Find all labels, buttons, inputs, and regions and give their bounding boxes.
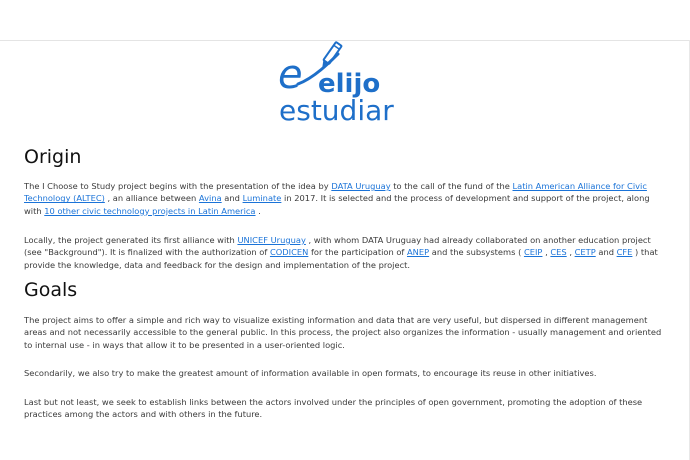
link-codicen[interactable]: CODICEN (270, 247, 308, 257)
link-data-uruguay[interactable]: DATA Uruguay (331, 181, 390, 191)
text-span: , (566, 247, 575, 258)
text-span: Locally, the project generated its first… (24, 235, 238, 245)
origin-paragraph-1: The I Choose to Study project begins wit… (24, 180, 666, 217)
link-avina[interactable]: Avina (199, 193, 222, 203)
link-luminate[interactable]: Luminate (243, 193, 282, 203)
goals-paragraph-1: The project aims to offer a simple and r… (24, 315, 662, 350)
link-civic-tech-projects[interactable]: 10 other civic technology projects in La… (44, 206, 255, 216)
origin-heading: Origin (24, 146, 82, 168)
link-ceip[interactable]: CEIP (524, 247, 543, 257)
logo-script-e: e (278, 52, 303, 98)
logo-graphic: e elijo estudiar (278, 41, 394, 124)
origin-paragraph-2: Locally, the project generated its first… (24, 234, 666, 271)
text-span: for the participation of (308, 247, 407, 258)
link-cetp[interactable]: CETP (575, 247, 596, 257)
logo-estudiar-text: estudiar (279, 94, 394, 124)
link-anep[interactable]: ANEP (407, 247, 429, 257)
link-unicef-uruguay[interactable]: UNICEF Uruguay (237, 235, 305, 245)
text-span: and (221, 193, 243, 204)
link-cfe[interactable]: CFE (617, 247, 633, 257)
text-span: The I Choose to Study project begins wit… (24, 181, 332, 191)
text-span: and (595, 247, 617, 258)
text-span: . (255, 205, 261, 216)
pencil-icon (322, 41, 343, 68)
goals-heading: Goals (24, 279, 78, 301)
link-ces[interactable]: CES (550, 247, 566, 257)
goals-paragraph-3: Last but not least, we seek to establish… (24, 397, 643, 420)
text-span: and the subsystems ( (429, 247, 524, 258)
goals-paragraph-2: Secondarily, we also try to make the gre… (24, 368, 597, 378)
browser-top-margin (0, 0, 690, 41)
text-span: , an alliance between (104, 193, 199, 204)
elijo-estudiar-logo[interactable]: e elijo estudiar (278, 40, 418, 124)
text-span: to the call of the fund of the (390, 181, 513, 191)
